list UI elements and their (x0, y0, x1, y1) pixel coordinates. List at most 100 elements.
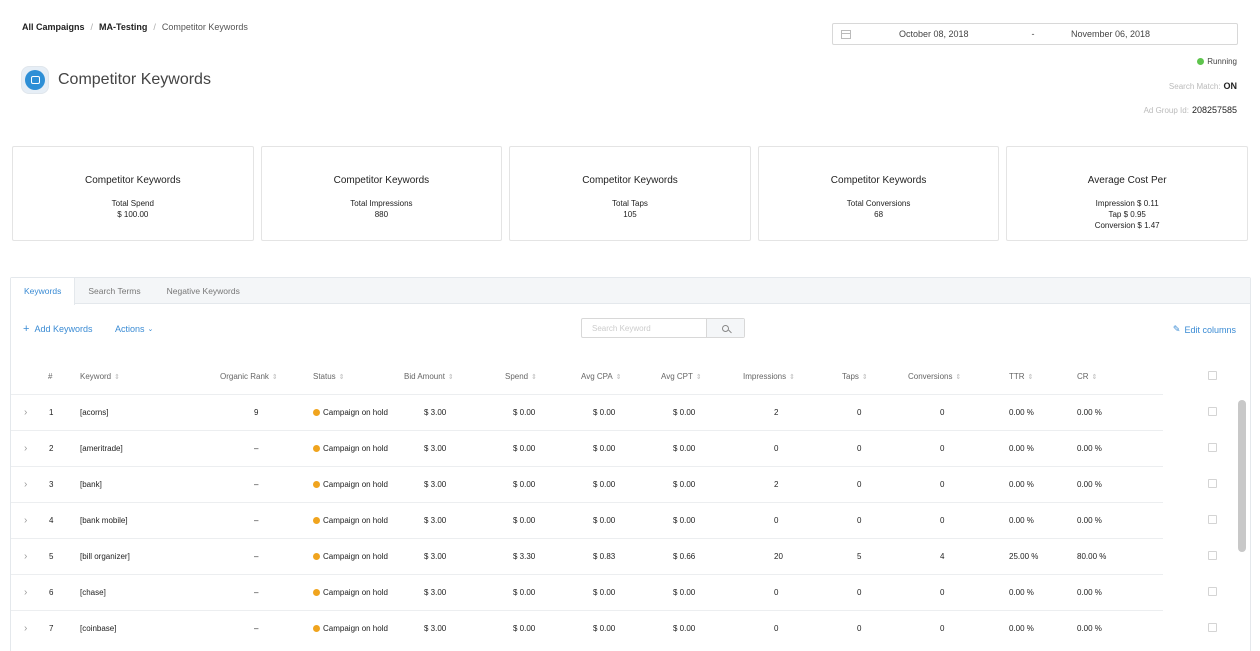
breadcrumb-separator: / (153, 22, 156, 32)
status-label: Running (1207, 57, 1237, 66)
app-icon (22, 67, 48, 93)
sort-icon: ⇕ (1091, 373, 1098, 381)
table-row[interactable]: › 5 [bill organizer] – Campaign on hold $ 3.0… (11, 538, 1217, 574)
cell-taps: 5 (857, 552, 862, 561)
table-scrollbar[interactable] (1238, 398, 1247, 651)
cell-impressions: 0 (774, 516, 779, 525)
cell-avg-cpt: $ 0.00 (673, 516, 696, 525)
cell-taps: 0 (857, 516, 862, 525)
cell-bid-amount: $ 3.00 (424, 624, 447, 633)
calendar-icon (841, 29, 851, 39)
column-header-impressions[interactable]: Impressions ⇕ (743, 372, 795, 381)
search-input[interactable] (582, 319, 707, 337)
row-checkbox[interactable] (1208, 515, 1217, 526)
table-header: # Keyword ⇕ Organic Rank ⇕ Status ⇕ Bid Amo… (11, 358, 1236, 394)
cell-avg-cpa: $ 0.00 (593, 624, 616, 633)
row-checkbox[interactable] (1208, 623, 1217, 634)
cell-cr: 0.00 % (1077, 516, 1102, 525)
actions-dropdown[interactable]: Actions ⌄ (115, 324, 153, 334)
sort-icon: ⇕ (338, 373, 345, 381)
card-title: Competitor Keywords (85, 175, 181, 186)
table-row[interactable]: › 6 [chase] – Campaign on hold $ 3.00 $ 0.00 $ … (11, 574, 1217, 610)
expand-row-chevron-icon[interactable]: › (24, 551, 27, 562)
summary-card-conversions: Competitor Keywords Total Conversions 68 (757, 146, 1000, 241)
column-header-avg-cpa[interactable]: Avg CPA ⇕ (581, 372, 622, 381)
select-all-checkbox[interactable] (1208, 370, 1217, 382)
cell-organic-rank: 9 (254, 408, 259, 417)
status-dot-icon (313, 589, 320, 596)
cell-avg-cpt: $ 0.66 (673, 552, 696, 561)
date-range-picker[interactable]: October 08, 2018 - November 06, 2018 (832, 23, 1238, 45)
cell-index: 7 (49, 624, 54, 633)
breadcrumb-campaign[interactable]: MA-Testing (99, 22, 147, 32)
cell-conversions: 0 (940, 516, 945, 525)
column-header-organic-rank[interactable]: Organic Rank ⇕ (220, 372, 278, 381)
cell-spend: $ 0.00 (513, 444, 536, 453)
tab-negative-keywords[interactable]: Negative Keywords (154, 278, 253, 303)
cell-bid-amount: $ 3.00 (424, 588, 447, 597)
column-header-conversions[interactable]: Conversions ⇕ (908, 372, 961, 381)
column-header-bid-amount[interactable]: Bid Amount ⇕ (404, 372, 454, 381)
cell-bid-amount: $ 3.00 (424, 444, 447, 453)
breadcrumb-current: Competitor Keywords (161, 22, 248, 32)
row-checkbox[interactable] (1208, 587, 1217, 598)
cell-avg-cpt: $ 0.00 (673, 408, 696, 417)
row-checkbox[interactable] (1208, 443, 1217, 454)
column-header-avg-cpt[interactable]: Avg CPT ⇕ (661, 372, 702, 381)
column-header-status[interactable]: Status ⇕ (313, 372, 345, 381)
column-header-ttr[interactable]: TTR ⇕ (1009, 372, 1033, 381)
date-to[interactable]: November 06, 2018 (1071, 29, 1150, 39)
cell-avg-cpa: $ 0.00 (593, 408, 616, 417)
tab-search-terms[interactable]: Search Terms (75, 278, 153, 303)
cell-ttr: 0.00 % (1009, 588, 1034, 597)
edit-columns-button[interactable]: ✎ Edit columns (1173, 324, 1236, 335)
card-line: Total Taps (612, 199, 648, 208)
expand-row-chevron-icon[interactable]: › (24, 587, 27, 598)
column-header-cr[interactable]: CR ⇕ (1077, 372, 1097, 381)
cell-avg-cpa: $ 0.00 (593, 444, 616, 453)
card-line: Total Conversions (846, 199, 911, 208)
sort-icon: ⇕ (531, 373, 538, 381)
cell-ttr: 0.00 % (1009, 480, 1034, 489)
table-row[interactable]: › 7 [coinbase] – Campaign on hold $ 3.00 $ 0.0… (11, 610, 1217, 646)
expand-row-chevron-icon[interactable]: › (24, 407, 27, 418)
card-line: Total Spend (111, 199, 154, 208)
status-dot-icon (313, 445, 320, 452)
column-header-taps[interactable]: Taps ⇕ (842, 372, 868, 381)
row-checkbox[interactable] (1208, 551, 1217, 562)
status-text: Campaign on hold (323, 588, 388, 597)
cell-cr: 0.00 % (1077, 480, 1102, 489)
date-from[interactable]: October 08, 2018 (899, 29, 1009, 39)
keywords-table: # Keyword ⇕ Organic Rank ⇕ Status ⇕ Bid Amo… (11, 358, 1236, 646)
add-keywords-label: Add Keywords (34, 324, 93, 334)
cell-bid-amount: $ 3.00 (424, 552, 447, 561)
table-row[interactable]: › 3 [bank] – Campaign on hold $ 3.00 $ 0.00 $ 0… (11, 466, 1217, 502)
tab-bar: Keywords Search Terms Negative Keywords (11, 278, 1250, 305)
column-header-keyword[interactable]: Keyword ⇕ (80, 372, 120, 381)
column-header-spend[interactable]: Spend ⇕ (505, 372, 537, 381)
search-match: Search Match: ON (1169, 81, 1237, 91)
expand-row-chevron-icon[interactable]: › (24, 443, 27, 454)
breadcrumb-all-campaigns[interactable]: All Campaigns (22, 22, 85, 32)
card-value: $ 100.00 (117, 210, 149, 219)
table-row[interactable]: › 2 [ameritrade] – Campaign on hold $ 3.00 $ 0… (11, 430, 1217, 466)
tab-keywords[interactable]: Keywords (11, 278, 76, 305)
expand-row-chevron-icon[interactable]: › (24, 515, 27, 526)
cell-status: Campaign on hold (313, 444, 393, 453)
status-text: Campaign on hold (323, 480, 388, 489)
cell-keyword: [bill organizer] (80, 552, 130, 561)
expand-row-chevron-icon[interactable]: › (24, 623, 27, 634)
expand-row-chevron-icon[interactable]: › (24, 479, 27, 490)
search-button[interactable] (706, 319, 744, 337)
row-checkbox[interactable] (1208, 479, 1217, 490)
row-checkbox[interactable] (1208, 407, 1217, 418)
page-title: Competitor Keywords (58, 71, 211, 88)
table-row[interactable]: › 4 [bank mobile] – Campaign on hold $ 3.00 $ … (11, 502, 1217, 538)
cell-avg-cpa: $ 0.83 (593, 552, 616, 561)
cell-index: 1 (49, 408, 54, 417)
cell-organic-rank: – (254, 588, 259, 597)
scrollbar-thumb[interactable] (1238, 400, 1246, 552)
card-title: Competitor Keywords (333, 175, 430, 186)
add-keywords-button[interactable]: + Add Keywords (23, 323, 93, 334)
table-row[interactable]: › 1 [acorns] 9 Campaign on hold $ 3.00 $ 0.00 $… (11, 394, 1217, 430)
